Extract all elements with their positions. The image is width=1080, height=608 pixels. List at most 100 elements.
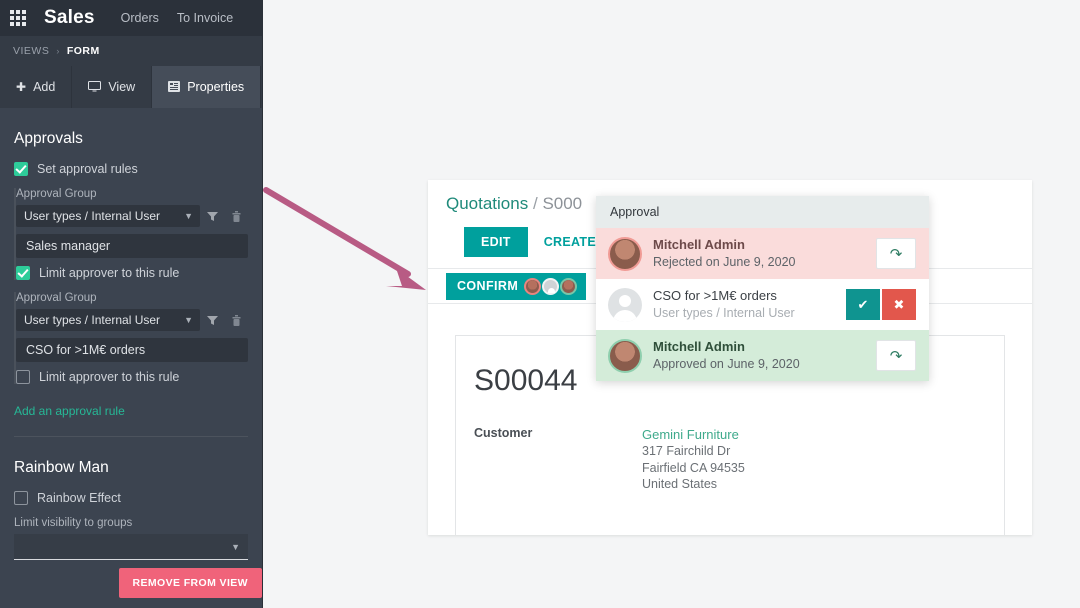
- approval-row-pending: CSO for >1M€ orders User types / Interna…: [596, 279, 929, 330]
- breadcrumb-quotations[interactable]: Quotations: [446, 194, 528, 213]
- approval-row-text: Mitchell Admin Rejected on June 9, 2020: [653, 237, 876, 270]
- apps-grid-icon[interactable]: [10, 10, 26, 26]
- customer-address-line-2: Fairfield CA 94535: [642, 460, 745, 475]
- navbar-menu: Orders To Invoice: [121, 11, 233, 25]
- app-brand-title: Sales: [44, 7, 95, 28]
- approval-status-detail: Approved on June 9, 2020: [653, 356, 800, 371]
- tab-properties-label: Properties: [187, 80, 245, 94]
- chevron-down-icon: ▼: [231, 541, 240, 552]
- avatar-approved-icon[interactable]: [560, 277, 578, 295]
- plus-icon: ✚: [16, 80, 27, 94]
- filter-icon[interactable]: [200, 205, 224, 227]
- approval-group-row-2: User types / Internal User ▼: [16, 309, 248, 331]
- confirm-avatar-stack: [524, 277, 578, 295]
- avatar-photo-icon: [608, 236, 642, 271]
- avatar-pending-icon[interactable]: [542, 277, 560, 295]
- tab-add-label: Add: [33, 80, 56, 94]
- limit-approver-label-2: Limit approver to this rule: [39, 370, 180, 384]
- customer-address-line-3: United States: [642, 477, 718, 492]
- approval-group-value-1: User types / Internal User: [24, 209, 161, 223]
- monitor-icon: [88, 80, 102, 94]
- sidebar-body: Approvals Set approval rules Approval Gr…: [0, 108, 262, 608]
- reject-button[interactable]: ✖: [882, 289, 916, 320]
- pink-arrow-annotation: [263, 187, 426, 290]
- avatar-rejected-icon[interactable]: [524, 277, 542, 295]
- reset-approval-button[interactable]: ↷: [876, 238, 916, 269]
- breadcrumb-form: FORM: [66, 45, 100, 57]
- approval-row-text: Mitchell Admin Approved on June 9, 2020: [653, 339, 876, 372]
- approval-rule-2: Approval Group User types / Internal Use…: [14, 292, 248, 384]
- avatar-photo-icon: [608, 338, 642, 373]
- approval-rule-name-1[interactable]: Sales manager: [16, 234, 248, 258]
- nav-item-orders[interactable]: Orders: [121, 11, 159, 25]
- confirm-button[interactable]: CONFIRM: [446, 272, 587, 300]
- set-approval-rules-row[interactable]: Set approval rules: [14, 162, 248, 176]
- approval-group-select-1[interactable]: User types / Internal User ▼: [16, 205, 200, 227]
- breadcrumb: VIEWS › FORM: [0, 36, 262, 66]
- approval-group-row-1: User types / Internal User ▼: [16, 205, 248, 227]
- tab-view[interactable]: View: [72, 66, 153, 108]
- customer-address-line-1: 317 Fairchild Dr: [642, 444, 731, 459]
- approval-action-buttons: ✔ ✖: [846, 289, 916, 320]
- undo-icon: ↷: [889, 347, 903, 365]
- screenshot-root: Sales Orders To Invoice VIEWS › FORM ✚ A…: [0, 0, 1080, 608]
- reset-approval-button[interactable]: ↷: [876, 340, 916, 371]
- rainbow-effect-row[interactable]: Rainbow Effect: [14, 491, 248, 505]
- confirm-button-label: CONFIRM: [457, 279, 519, 293]
- remove-from-view-button[interactable]: REMOVE FROM VIEW: [118, 568, 262, 598]
- approval-rule-1: Approval Group User types / Internal Use…: [14, 188, 248, 280]
- tab-properties[interactable]: Properties: [152, 66, 262, 108]
- rainbow-effect-checkbox[interactable]: [14, 491, 28, 505]
- approval-popup-title: Approval: [596, 196, 929, 228]
- add-approval-rule-link[interactable]: Add an approval rule: [14, 404, 125, 418]
- approval-row-text: CSO for >1M€ orders User types / Interna…: [653, 288, 846, 321]
- customer-field-group: Customer Gemini Furniture 317 Fairchild …: [474, 426, 1004, 493]
- trash-icon[interactable]: [224, 309, 248, 331]
- trash-icon[interactable]: [224, 205, 248, 227]
- limit-approver-checkbox-1[interactable]: [16, 266, 30, 280]
- approval-row-approved: Mitchell Admin Approved on June 9, 2020 …: [596, 330, 929, 381]
- breadcrumb-separator: /: [532, 194, 538, 213]
- limit-visibility-label: Limit visibility to groups: [14, 517, 133, 529]
- cross-icon: ✖: [893, 296, 905, 312]
- approval-group-select-2[interactable]: User types / Internal User ▼: [16, 309, 200, 331]
- nav-item-to-invoice[interactable]: To Invoice: [177, 11, 233, 25]
- breadcrumb-views[interactable]: VIEWS: [13, 45, 49, 57]
- limit-visibility-select[interactable]: ▼: [14, 534, 248, 560]
- approvals-section-title: Approvals: [14, 130, 83, 147]
- avatar-placeholder-icon: [608, 287, 642, 322]
- top-navbar: Sales Orders To Invoice: [0, 0, 262, 36]
- tab-view-label: View: [108, 80, 136, 94]
- approval-group-label-1: Approval Group: [16, 188, 97, 200]
- customer-label: Customer: [474, 426, 533, 440]
- breadcrumb-separator-icon: ›: [56, 46, 60, 56]
- rainbow-effect-label: Rainbow Effect: [37, 491, 121, 505]
- chevron-down-icon: ▼: [184, 211, 193, 221]
- view-editor-sidebar: Sales Orders To Invoice VIEWS › FORM ✚ A…: [0, 0, 263, 608]
- approval-group-label-2: Approval Group: [16, 292, 97, 304]
- breadcrumb-record: S000: [542, 194, 583, 213]
- approval-rule-name: CSO for >1M€ orders: [653, 287, 777, 303]
- edit-button[interactable]: EDIT: [464, 227, 528, 257]
- approve-button[interactable]: ✔: [846, 289, 880, 320]
- customer-name-link[interactable]: Gemini Furniture: [642, 426, 745, 443]
- approval-status-detail: Rejected on June 9, 2020: [653, 254, 796, 269]
- set-approval-rules-label: Set approval rules: [37, 162, 138, 176]
- chevron-down-icon: ▼: [184, 315, 193, 325]
- list-icon: [168, 80, 181, 94]
- approver-name: Mitchell Admin: [653, 338, 745, 354]
- limit-approver-label-1: Limit approver to this rule: [39, 266, 180, 280]
- customer-value: Gemini Furniture 317 Fairchild Dr Fairfi…: [642, 426, 745, 493]
- approval-popup: Approval Mitchell Admin Rejected on June…: [596, 196, 929, 381]
- approval-group-detail: User types / Internal User: [653, 305, 795, 320]
- tab-add[interactable]: ✚ Add: [0, 66, 73, 108]
- set-approval-rules-checkbox[interactable]: [14, 162, 28, 176]
- limit-approver-row-2[interactable]: Limit approver to this rule: [16, 370, 248, 384]
- approval-rule-name-2[interactable]: CSO for >1M€ orders: [16, 338, 248, 362]
- section-divider: [14, 436, 248, 437]
- approval-group-value-2: User types / Internal User: [24, 313, 161, 327]
- limit-approver-checkbox-2[interactable]: [16, 370, 30, 384]
- filter-icon[interactable]: [200, 309, 224, 331]
- limit-approver-row-1[interactable]: Limit approver to this rule: [16, 266, 248, 280]
- approval-row-rejected: Mitchell Admin Rejected on June 9, 2020 …: [596, 228, 929, 279]
